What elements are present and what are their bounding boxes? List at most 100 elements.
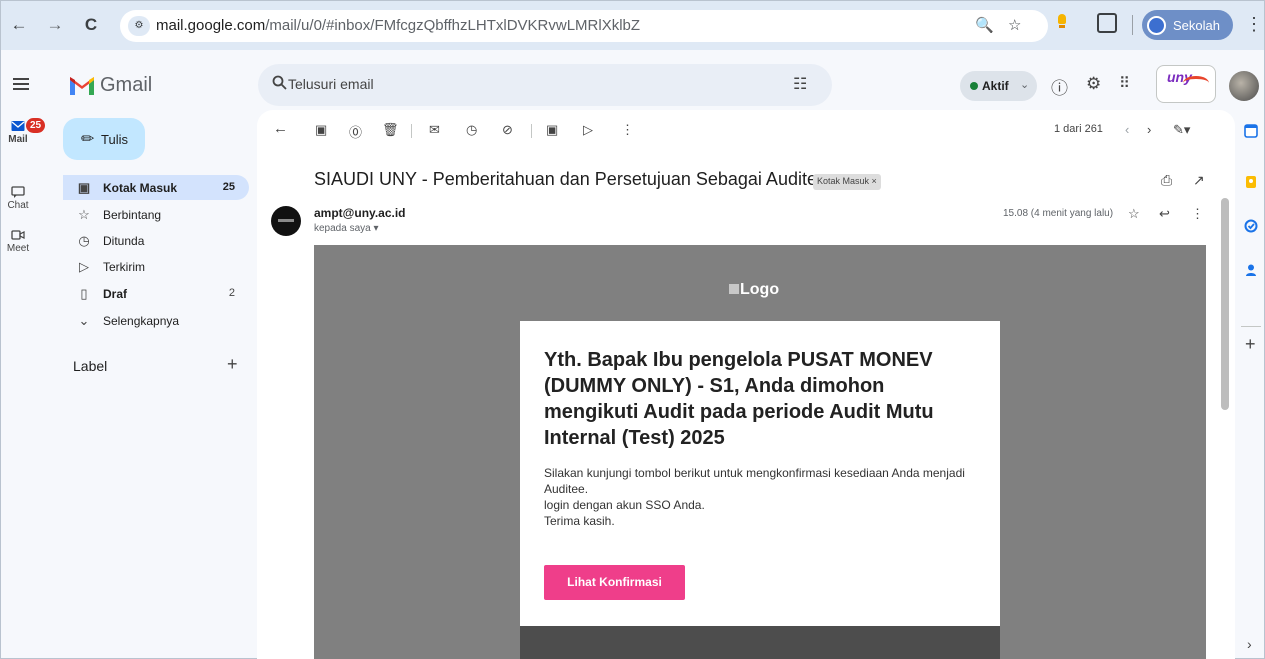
browser-toolbar: ← → C ⚙ mail.google.com/mail/u/0/#inbox/… [0,0,1265,50]
confirm-button[interactable]: Lihat Konfirmasi [544,565,685,600]
email-card: Yth. Bapak Ibu pengelola PUSAT MONEV (DU… [520,321,1000,626]
toolbar-divider [531,124,532,138]
rail-label-chat: Chat [7,200,29,211]
forward-button[interactable]: → [45,15,65,35]
sidebar-item-starred[interactable]: ☆ Berbintang [63,202,249,227]
sidebar-item-label: Terkirim [103,260,145,274]
gmail-app: Gmail Telusuri email ☷ Aktif ⌄ ⓘ ⚙ ⠿ uny… [0,50,1265,659]
sidebar-item-snoozed[interactable]: ◷ Ditunda [63,228,249,253]
compose-button[interactable]: ✏ Tulis [63,118,145,160]
inbox-icon: ▣ [77,180,91,195]
reply-icon[interactable]: ↩ [1159,206,1170,222]
mark-unread-icon[interactable]: ✉ [429,122,440,138]
email-subject: SIAUDI UNY - Pemberitahuan dan Persetuju… [314,169,827,189]
status-button[interactable]: Aktif ⌄ [960,71,1037,101]
move-to-icon[interactable]: ▣ [546,122,558,138]
search-options-icon[interactable]: ☷ [793,74,807,94]
archive-icon[interactable]: ▣ [315,122,327,138]
profile-button[interactable]: Sekolah [1142,10,1233,40]
chevron-down-icon: ⌄ [1020,79,1030,91]
chat-icon [11,186,25,198]
site-info-icon[interactable]: ⚙ [128,16,150,36]
sidebar-item-sent[interactable]: ▷ Terkirim [63,254,249,279]
contacts-icon[interactable] [1244,263,1258,277]
sidebar-item-more[interactable]: ⌄ Selengkapnya [63,308,249,333]
message-view: ← ▣ ⓪ 🗑 ✉ ◷ ⊘ ▣ ▷ ⋮ 1 dari 261 ‹ › ✎▾ SI… [257,110,1235,659]
zoom-icon[interactable]: 🔍 [975,16,994,34]
search-placeholder: Telusuri email [288,76,374,92]
recipient-text[interactable]: kepada saya ▾ [314,223,379,234]
keep-icon[interactable] [1244,175,1258,189]
sidebar-item-label: Selengkapnya [103,314,180,328]
email-body-line: login dengan akun SSO Anda. [544,498,705,512]
open-in-new-window-icon[interactable]: ↗ [1193,172,1205,189]
sidebar-item-label: Draf [103,287,128,301]
more-options-icon[interactable]: ⋮ [621,122,634,138]
email-footer-band [520,626,1000,659]
email-logo-alt: Logo [740,281,780,298]
email-logo-image: Logo [729,281,779,299]
input-tools-icon[interactable]: ✎▾ [1173,122,1190,138]
reload-button[interactable]: C [81,15,101,35]
more-options-icon[interactable]: ⋮ [1191,206,1204,222]
calendar-icon[interactable] [1244,124,1258,138]
settings-gear-icon[interactable]: ⚙ [1086,74,1101,94]
rail-label-mail: Mail [8,134,28,145]
rail-label-meet: Meet [6,243,30,254]
rail-chat[interactable]: Chat [1,186,35,211]
compose-label: Tulis [101,132,128,147]
send-icon: ▷ [79,259,89,274]
url-path: /mail/u/0/#inbox/FMfcgzQbffhzLHTxlDVKRvw… [265,17,641,34]
status-dot [970,82,978,90]
sidebar-item-label: Berbintang [103,208,162,222]
side-panel-divider [1241,326,1261,327]
email-body-line: Silakan kunjungi tombol berikut untuk me… [544,466,965,496]
recipient-label: kepada saya [314,223,371,234]
sidebar-item-inbox[interactable]: ▣ Kotak Masuk 25 [63,175,249,200]
status-label: Aktif [982,79,1009,93]
snooze-icon[interactable]: ◷ [466,122,477,138]
search-input[interactable]: Telusuri email ☷ [258,64,832,106]
back-button[interactable]: ← [9,15,29,35]
sidebar-item-drafts[interactable]: ▯ Draf 2 [63,281,249,306]
address-bar[interactable]: ⚙ mail.google.com/mail/u/0/#inbox/FMfcgz… [120,10,1048,42]
label-icon[interactable]: ▷ [583,122,593,138]
main-menu-icon[interactable] [13,78,29,90]
older-icon[interactable]: › [1147,122,1151,137]
lightbulb-icon[interactable] [1057,14,1067,28]
tasks-icon[interactable] [1244,219,1258,233]
apps-grid-icon[interactable]: ⠿ [1119,74,1130,92]
url-text[interactable]: mail.google.com/mail/u/0/#inbox/FMfcgzQb… [156,17,640,34]
search-icon[interactable] [272,75,287,95]
delete-icon[interactable]: 🗑 [382,122,399,138]
sidebar-item-count: 25 [222,181,235,193]
gmail-wordmark[interactable]: Gmail [100,74,152,97]
back-to-inbox-icon[interactable]: ← [273,120,288,137]
organization-logo[interactable]: uny [1156,65,1216,103]
gmail-logo-icon[interactable] [69,76,95,96]
sidebar-item-count: 2 [228,287,235,299]
email-heading: Yth. Bapak Ibu pengelola PUSAT MONEV (DU… [544,349,934,449]
broken-image-icon [729,284,739,294]
sender-email[interactable]: ampt@uny.ac.id [314,206,406,220]
expand-side-panel-icon[interactable]: › [1247,636,1252,652]
add-to-tasks-icon[interactable]: ⊘ [502,122,513,138]
inbox-label-chip[interactable]: Kotak Masuk × [813,174,881,190]
report-spam-icon[interactable]: ⓪ [349,122,362,141]
browser-menu-icon[interactable]: ⋮ [1245,14,1263,35]
rail-meet[interactable]: Meet [1,229,35,254]
help-icon[interactable]: ⓘ [1051,74,1068,99]
star-icon[interactable]: ☆ [1128,206,1140,222]
email-body-text: Silakan kunjungi tombol berikut untuk me… [544,465,984,529]
newer-icon[interactable]: ‹ [1125,122,1129,137]
email-time: 15.08 (4 menit yang lalu) [1003,208,1114,219]
bookmark-star-icon[interactable]: ☆ [1008,16,1021,34]
add-label-button[interactable]: + [227,354,238,375]
print-icon[interactable]: ⎙ [1161,172,1172,189]
scrollbar-thumb[interactable] [1221,198,1229,410]
account-avatar[interactable] [1229,71,1259,101]
get-addons-icon[interactable]: + [1245,334,1256,355]
extensions-icon[interactable] [1097,13,1117,33]
sidebar-item-label: Kotak Masuk [103,181,178,195]
mail-icon [11,121,25,131]
